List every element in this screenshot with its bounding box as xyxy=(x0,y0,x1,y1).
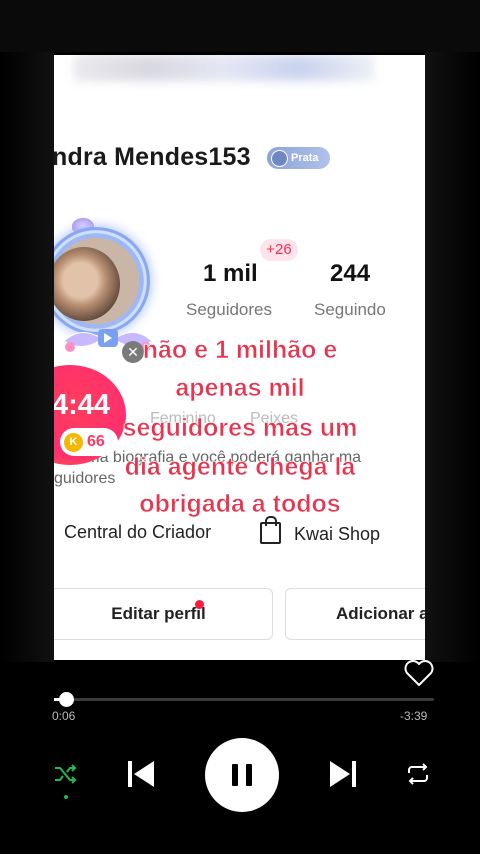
coin-icon: K xyxy=(64,432,83,452)
shuffle-icon[interactable] xyxy=(53,762,77,786)
coin-count: 66 xyxy=(87,433,105,450)
followers-count[interactable]: 1 mil xyxy=(203,260,258,288)
bio-line-2[interactable]: guidores xyxy=(54,470,115,488)
heart-icon[interactable] xyxy=(404,659,434,687)
edit-profile-label: Editar perfil xyxy=(111,604,206,623)
followers-label[interactable]: Seguidores xyxy=(186,300,272,320)
notification-dot xyxy=(195,600,204,609)
next-icon[interactable] xyxy=(329,759,357,789)
add-label: Adicionar a xyxy=(336,604,425,623)
caption-line-1: não e 1 milhão e xyxy=(142,336,338,365)
caption-line-2: apenas mil xyxy=(175,374,305,403)
previous-icon[interactable] xyxy=(127,759,155,789)
video-canvas: ndra Mendes153 Prata +26 1 mil Seguidore… xyxy=(54,55,425,660)
pause-icon xyxy=(232,764,238,786)
elapsed-time: 0:06 xyxy=(52,709,76,723)
status-bar-area xyxy=(0,0,480,52)
following-label[interactable]: Seguindo xyxy=(314,300,386,320)
avatar[interactable] xyxy=(54,227,150,335)
right-backdrop xyxy=(425,52,480,662)
edit-profile-button[interactable]: Editar perfil xyxy=(54,588,273,640)
progress-track[interactable] xyxy=(54,698,434,701)
level-badge: Prata xyxy=(267,147,330,169)
progress-handle[interactable] xyxy=(59,692,74,707)
repeat-icon[interactable] xyxy=(405,762,431,786)
new-followers-badge: +26 xyxy=(260,239,298,261)
caption-line-3: seguidores mas um xyxy=(122,414,358,443)
badge-icon xyxy=(271,149,288,167)
pause-icon-bar xyxy=(246,764,252,786)
add-button[interactable]: Adicionar a xyxy=(285,588,425,640)
shopping-bag-icon xyxy=(260,516,281,544)
timer-value: 4:44 xyxy=(54,389,111,421)
badge-label: Prata xyxy=(291,152,319,164)
avatar-photo xyxy=(54,247,120,321)
coin-counter: K 66 xyxy=(60,428,118,456)
caption-line-4: dia agente chega la xyxy=(124,453,356,482)
pause-button[interactable] xyxy=(205,738,279,812)
creator-center-link[interactable]: Central do Criador xyxy=(64,522,211,543)
caption-line-5: obrigada a todos xyxy=(139,490,341,519)
following-count[interactable]: 244 xyxy=(330,260,370,288)
remaining-time: -3:39 xyxy=(400,709,428,723)
close-icon[interactable]: ✕ xyxy=(122,341,144,363)
left-backdrop xyxy=(0,52,54,662)
reward-timer[interactable]: 4:44 K 66 xyxy=(54,365,126,465)
profile-name: ndra Mendes153 xyxy=(54,143,251,171)
shuffle-active-dot xyxy=(64,795,68,799)
blurred-header xyxy=(74,55,374,81)
kwai-shop-link[interactable]: Kwai Shop xyxy=(294,524,380,545)
